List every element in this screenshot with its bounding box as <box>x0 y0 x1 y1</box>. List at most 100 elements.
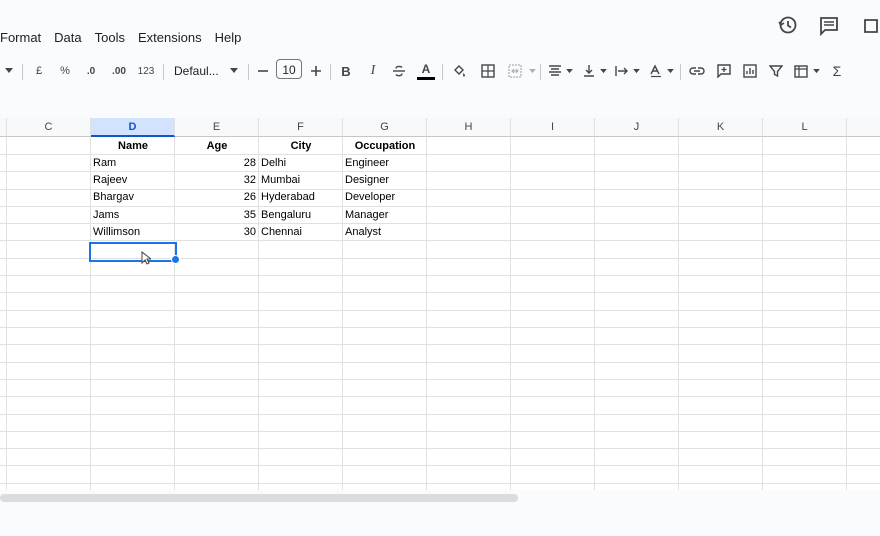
horizontal-scrollbar[interactable] <box>0 494 518 502</box>
insert-chart-icon[interactable] <box>742 56 758 86</box>
grid-row-line <box>0 379 880 380</box>
grid-row-line <box>0 483 880 484</box>
cell-age[interactable]: 30 <box>175 224 256 241</box>
wrap-dropdown-icon[interactable] <box>632 56 640 86</box>
align-dropdown-icon[interactable] <box>565 56 573 86</box>
column-header-m[interactable] <box>847 118 880 137</box>
cell-city[interactable]: Mumbai <box>261 172 341 189</box>
menu-data[interactable]: Data <box>54 28 87 48</box>
grid-row-line <box>0 396 880 397</box>
grid-row-line <box>0 275 880 276</box>
grid-row-line <box>0 327 880 328</box>
grid-column-line <box>594 137 595 496</box>
column-header-e[interactable]: E <box>175 118 259 137</box>
header-age[interactable]: Age <box>175 138 259 155</box>
font-size-input[interactable]: 10 <box>276 59 302 79</box>
increase-decimal-button[interactable]: .00 <box>108 56 130 86</box>
grid-row-line <box>0 292 880 293</box>
cell-city[interactable]: Hyderabad <box>261 189 341 206</box>
text-wrap-icon[interactable] <box>615 56 629 86</box>
cell-occupation[interactable]: Manager <box>345 207 425 224</box>
filter-views-dropdown-icon[interactable] <box>812 56 820 86</box>
column-header-k[interactable]: K <box>679 118 763 137</box>
cell-city[interactable]: Chennai <box>261 224 341 241</box>
currency-button[interactable]: £ <box>32 56 46 86</box>
cell-occupation[interactable]: Designer <box>345 172 425 189</box>
valign-dropdown-icon[interactable] <box>599 56 607 86</box>
cell-occupation[interactable]: Analyst <box>345 224 425 241</box>
column-header-g[interactable]: G <box>343 118 427 137</box>
menu-tools[interactable]: Tools <box>95 28 131 48</box>
spreadsheet-grid[interactable]: C D E F G H I J K L Name Age City Occupa… <box>0 118 880 496</box>
grid-column-line <box>762 137 763 496</box>
row-header-corner <box>0 118 7 137</box>
grid-column-line <box>426 137 427 496</box>
filter-views-icon[interactable] <box>793 56 809 86</box>
fill-handle[interactable] <box>171 255 180 264</box>
font-size-decrease-button[interactable] <box>257 56 269 86</box>
insert-comment-icon[interactable] <box>716 56 732 86</box>
align-horizontal-icon[interactable] <box>548 56 562 86</box>
number-format-button[interactable]: 123 <box>136 56 156 86</box>
align-vertical-icon[interactable] <box>582 56 596 86</box>
filter-icon[interactable] <box>768 56 784 86</box>
column-header-d[interactable]: D <box>91 118 175 137</box>
comment-icon[interactable] <box>819 16 839 41</box>
grid-column-line <box>90 137 91 496</box>
column-header-l[interactable]: L <box>763 118 847 137</box>
header-name[interactable]: Name <box>91 138 175 155</box>
grid-row-line <box>0 362 880 363</box>
link-icon[interactable] <box>689 56 705 86</box>
text-rotation-icon[interactable] <box>649 56 663 86</box>
cell-name[interactable]: Rajeev <box>93 172 173 189</box>
menu-format[interactable]: Format <box>0 28 47 48</box>
cell-name[interactable]: Ram <box>93 155 173 172</box>
functions-button[interactable]: Σ <box>830 56 844 86</box>
decrease-decimal-button[interactable]: .0 <box>82 56 100 86</box>
font-select[interactable]: Defaul... <box>174 56 224 86</box>
column-header-f[interactable]: F <box>259 118 343 137</box>
meet-icon[interactable] <box>862 17 880 40</box>
menu-extensions[interactable]: Extensions <box>138 28 208 48</box>
cell-age[interactable]: 32 <box>175 172 256 189</box>
header-city[interactable]: City <box>259 138 343 155</box>
column-header-j[interactable]: J <box>595 118 679 137</box>
cell-name[interactable]: Jams <box>93 207 173 224</box>
menu-help[interactable]: Help <box>215 28 248 48</box>
cell-name[interactable]: Bhargav <box>93 189 173 206</box>
cell-age[interactable]: 26 <box>175 189 256 206</box>
column-header-h[interactable]: H <box>427 118 511 137</box>
rotation-dropdown-icon[interactable] <box>666 56 674 86</box>
history-icon[interactable] <box>778 15 798 40</box>
percent-button[interactable]: % <box>58 56 72 86</box>
grid-column-line <box>6 137 7 496</box>
text-color-button[interactable]: A <box>415 56 437 86</box>
grid-row-line <box>0 431 880 432</box>
grid-row-line <box>0 465 880 466</box>
cell-city[interactable]: Bengaluru <box>261 207 341 224</box>
header-occupation[interactable]: Occupation <box>343 138 427 155</box>
cell-name[interactable]: Willimson <box>93 224 173 241</box>
borders-icon[interactable] <box>480 56 496 86</box>
cell-occupation[interactable]: Engineer <box>345 155 425 172</box>
active-cell-selection[interactable] <box>89 242 177 262</box>
cell-city[interactable]: Delhi <box>261 155 341 172</box>
grid-column-line <box>846 137 847 496</box>
menu-bar: Format Data Tools Extensions Help <box>0 28 254 48</box>
strikethrough-icon[interactable] <box>391 56 407 86</box>
grid-column-line <box>342 137 343 496</box>
column-header-i[interactable]: I <box>511 118 595 137</box>
column-header-c[interactable]: C <box>7 118 91 137</box>
grid-row-line <box>0 448 880 449</box>
italic-button[interactable]: I <box>366 56 380 86</box>
cell-occupation[interactable]: Developer <box>345 189 425 206</box>
fill-color-icon[interactable] <box>451 56 467 86</box>
bold-button[interactable]: B <box>339 56 353 86</box>
font-size-increase-button[interactable] <box>310 56 322 86</box>
font-dropdown-icon[interactable] <box>229 56 239 86</box>
cell-age[interactable]: 28 <box>175 155 256 172</box>
cell-age[interactable]: 35 <box>175 207 256 224</box>
merge-cells-icon[interactable] <box>507 56 523 86</box>
merge-dropdown-icon[interactable] <box>528 56 536 86</box>
chevron-down-icon[interactable] <box>4 56 14 86</box>
